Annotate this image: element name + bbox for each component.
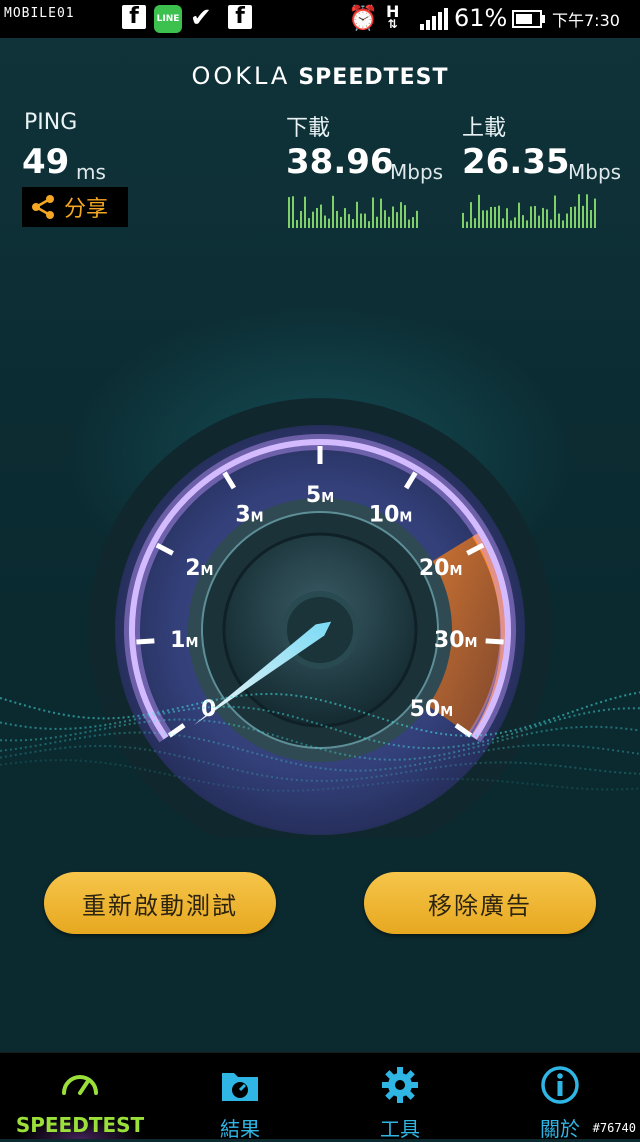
ookla-speedtest-logo: OOKLA SPEEDTEST	[191, 62, 449, 90]
ping-label: PING	[24, 110, 78, 135]
restart-test-button[interactable]: 重新啟動測試	[44, 872, 276, 934]
download-label: 下載	[286, 116, 331, 141]
clock: 下午7:30	[552, 11, 620, 30]
watermark-logo: MOBILE01	[4, 6, 75, 21]
bottom-nav: SPEEDTEST 結果 工具 關於 #76740	[0, 1052, 640, 1141]
line-icon: LINE	[154, 5, 182, 33]
check-icon: ✔	[190, 3, 212, 33]
remove-ads-button[interactable]: 移除廣告	[364, 872, 596, 934]
download-value: 38.96	[286, 142, 394, 182]
speed-gauge: 01M2M3M5M10M20M30M50M	[0, 398, 640, 838]
results-folder-icon	[222, 1073, 258, 1101]
upload-label: 上載	[462, 116, 507, 141]
nav-speedtest-label: SPEEDTEST	[15, 1113, 145, 1137]
nav-results[interactable]: 結果	[160, 1053, 320, 1141]
ping-value: 49	[22, 142, 70, 182]
ping-unit: ms	[76, 160, 106, 184]
info-icon	[541, 1066, 579, 1104]
image-tag: #76740	[592, 1121, 636, 1135]
gauge-tick	[485, 638, 504, 645]
upload-unit: Mbps	[568, 160, 622, 184]
download-unit: Mbps	[390, 160, 444, 184]
battery-percent: 61%	[454, 4, 508, 32]
battery-icon	[512, 10, 545, 28]
speedometer-icon	[62, 1075, 98, 1095]
alarm-icon: ⏰	[348, 4, 378, 32]
upload-value: 26.35	[462, 142, 570, 182]
status-bar: MOBILE01 f LINE ✔ f ⏰ H ⇅ 61% 下午7:30	[0, 0, 640, 38]
gear-icon	[382, 1067, 418, 1103]
gauge-tick	[136, 638, 155, 645]
signal-icon	[420, 8, 448, 30]
facebook-icon: f	[228, 5, 252, 29]
nav-tools[interactable]: 工具	[320, 1053, 480, 1141]
speedtest-screen: OOKLA SPEEDTEST PING 49 ms 分享 下載 38.96 Mb…	[0, 38, 640, 1052]
gauge-label: 0	[201, 697, 216, 722]
facebook-icon: f	[122, 5, 146, 29]
network-type-icon: H ⇅	[386, 2, 400, 31]
nav-speedtest[interactable]: SPEEDTEST	[0, 1053, 160, 1139]
